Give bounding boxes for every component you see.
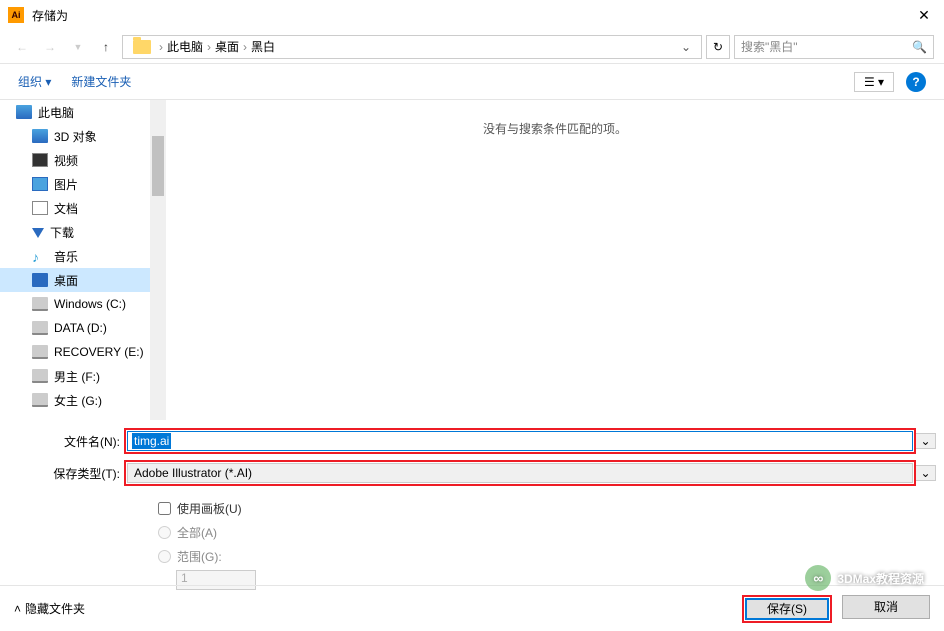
all-option: 全部(A) <box>158 520 936 544</box>
sidebar: 此电脑 3D 对象 视频 图片 文档 下载 ♪音乐 桌面 Windows (C:… <box>0 100 150 420</box>
breadcrumb-item[interactable]: 桌面 <box>215 38 239 55</box>
help-button[interactable]: ? <box>906 72 926 92</box>
sidebar-item-drive-d[interactable]: DATA (D:) <box>0 316 150 340</box>
breadcrumb-dropdown[interactable]: ⌄ <box>677 40 695 54</box>
file-list-pane: 没有与搜索条件匹配的项。 <box>166 100 944 420</box>
breadcrumb-root[interactable]: 此电脑 <box>167 38 203 55</box>
sidebar-item-this-pc[interactable]: 此电脑 <box>0 100 150 124</box>
filetype-select[interactable]: Adobe Illustrator (*.AI) <box>127 463 913 483</box>
sidebar-item-downloads[interactable]: 下载 <box>0 220 150 244</box>
back-button[interactable]: ← <box>10 35 34 59</box>
breadcrumb-item[interactable]: 黑白 <box>251 38 275 55</box>
cancel-button[interactable]: 取消 <box>842 595 930 619</box>
save-button[interactable]: 保存(S) <box>745 598 829 620</box>
drive-icon <box>32 393 48 407</box>
scrollbar-thumb[interactable] <box>152 136 164 196</box>
folder-icon <box>133 40 151 54</box>
drive-icon <box>32 321 48 335</box>
search-input[interactable]: 搜索"黑白" 🔍 <box>734 35 934 59</box>
document-icon <box>32 201 48 215</box>
up-button[interactable]: ↑ <box>94 35 118 59</box>
forward-button[interactable]: → <box>38 35 62 59</box>
sidebar-item-desktop[interactable]: 桌面 <box>0 268 150 292</box>
sidebar-item-3d-objects[interactable]: 3D 对象 <box>0 124 150 148</box>
drive-icon <box>32 345 48 359</box>
picture-icon <box>32 177 48 191</box>
music-icon: ♪ <box>32 249 48 263</box>
3d-icon <box>32 129 48 143</box>
filename-label: 文件名(N): <box>8 433 124 450</box>
chevron-right-icon: › <box>159 40 163 54</box>
use-artboard-option[interactable]: 使用画板(U) <box>158 496 936 520</box>
range-radio <box>158 550 171 563</box>
filetype-label: 保存类型(T): <box>8 465 124 482</box>
drive-icon <box>32 369 48 383</box>
sidebar-item-drive-c[interactable]: Windows (C:) <box>0 292 150 316</box>
view-mode-button[interactable]: ☰ ▾ <box>854 72 894 92</box>
sidebar-item-music[interactable]: ♪音乐 <box>0 244 150 268</box>
recent-dropdown[interactable]: ▼ <box>66 35 90 59</box>
sidebar-item-pictures[interactable]: 图片 <box>0 172 150 196</box>
search-icon: 🔍 <box>912 40 927 54</box>
new-folder-button[interactable]: 新建文件夹 <box>71 73 131 90</box>
desktop-icon <box>32 273 48 287</box>
sidebar-item-drive-g[interactable]: 女主 (G:) <box>0 388 150 412</box>
breadcrumb[interactable]: › 此电脑 › 桌面 › 黑白 ⌄ <box>122 35 702 59</box>
sidebar-item-documents[interactable]: 文档 <box>0 196 150 220</box>
video-icon <box>32 153 48 167</box>
sidebar-item-drive-e[interactable]: RECOVERY (E:) <box>0 340 150 364</box>
organize-menu[interactable]: 组织 ▾ <box>18 73 51 90</box>
chevron-up-icon: ˄ <box>14 602 21 616</box>
chevron-right-icon: › <box>243 40 247 54</box>
use-artboard-checkbox[interactable] <box>158 502 171 515</box>
filename-dropdown[interactable]: ⌄ <box>916 433 936 449</box>
pc-icon <box>16 105 32 119</box>
close-button[interactable]: ✕ <box>904 0 944 30</box>
refresh-button[interactable]: ↻ <box>706 35 730 59</box>
hide-folders-button[interactable]: ˄ 隐藏文件夹 <box>14 600 85 617</box>
range-option: 范围(G): <box>158 544 936 568</box>
empty-message: 没有与搜索条件匹配的项。 <box>483 122 627 136</box>
all-radio <box>158 526 171 539</box>
chevron-right-icon: › <box>207 40 211 54</box>
sidebar-scrollbar[interactable] <box>150 100 166 420</box>
search-placeholder: 搜索"黑白" <box>741 38 798 55</box>
filename-input[interactable]: timg.ai <box>127 431 913 451</box>
drive-icon <box>32 297 48 311</box>
sidebar-item-drive-f[interactable]: 男主 (F:) <box>0 364 150 388</box>
dialog-title: 存储为 <box>32 7 904 24</box>
filetype-dropdown[interactable]: ⌄ <box>916 465 936 481</box>
sidebar-item-videos[interactable]: 视频 <box>0 148 150 172</box>
download-icon <box>32 228 44 238</box>
app-icon: Ai <box>8 7 24 23</box>
